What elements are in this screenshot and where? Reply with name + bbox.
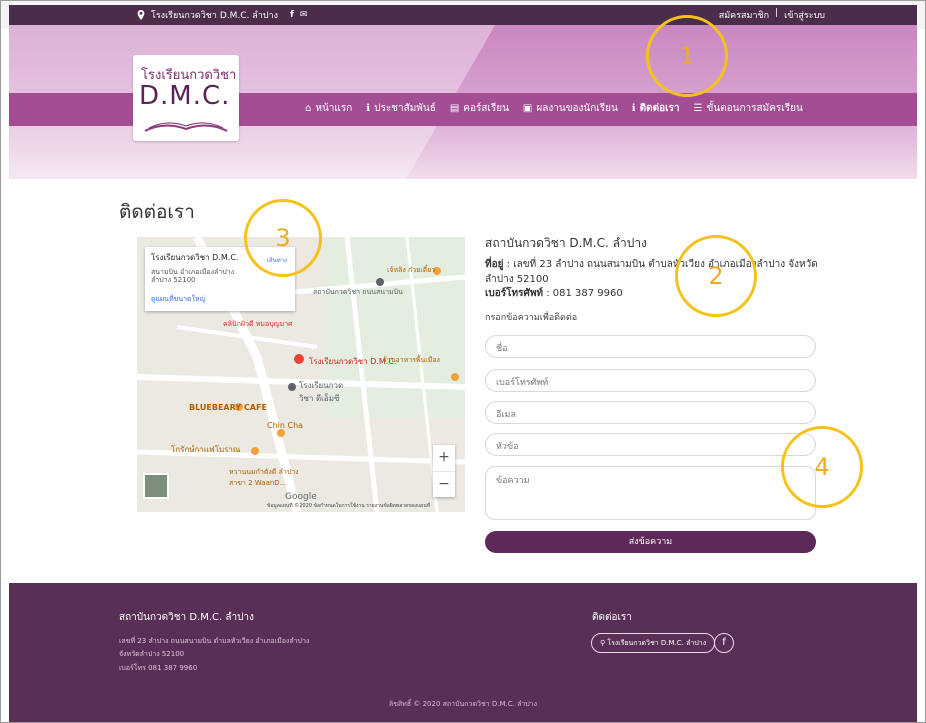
annotation-circle-4: 4: [781, 426, 863, 508]
login-link[interactable]: เข้าสู่ระบบ: [784, 8, 825, 22]
map-label: BLUEBEARY CAFE: [189, 403, 267, 412]
send-button[interactable]: ส่งข้อความ: [485, 531, 816, 553]
nav-label: คอร์สเรียน: [463, 103, 509, 114]
annotation-number: 1: [679, 42, 695, 70]
annotation-number: 4: [814, 453, 830, 481]
logo-text-line2: D.M.C.: [139, 81, 231, 111]
name-field[interactable]: ชื่อ: [485, 335, 816, 358]
footer-location-label: โรงเรียนกวดวิชา D.M.C. ลำปาง: [607, 639, 707, 647]
facebook-icon[interactable]: f: [714, 633, 734, 653]
map-label: คลินิกผิวดี หมอบุญมาศ: [223, 320, 293, 328]
page-frame: โรงเรียนกวดวิชา D.M.C. ลำปาง f ✉ สมัครสม…: [0, 0, 926, 723]
main-nav: ⌂ หน้าแรก ℹ ประชาสัมพันธ์ ▤ คอร์สเรียน ▣ ผลง…: [305, 101, 803, 116]
nav-label: ติดต่อเรา: [639, 103, 680, 114]
map-marker[interactable]: [294, 354, 304, 364]
message-field[interactable]: ข้อความ: [485, 466, 816, 520]
info-icon: ℹ: [366, 103, 371, 114]
annotation-number: 3: [275, 224, 291, 252]
nav-item-news[interactable]: ℹ ประชาสัมพันธ์: [366, 101, 436, 116]
map-label: โรงเรียนกวด วิชา ดีเอ็มซี: [299, 381, 344, 403]
footer-location-button[interactable]: ⚲ โรงเรียนกวดวิชา D.M.C. ลำปาง: [591, 633, 716, 653]
nav-label: ประชาสัมพันธ์: [374, 103, 436, 114]
id-card-icon: ▣: [522, 103, 533, 114]
zoom-out-button[interactable]: −: [433, 471, 455, 497]
nav-label: หน้าแรก: [315, 103, 353, 114]
topbar-separator: |: [775, 8, 779, 18]
larger-map-link[interactable]: ดูแผนที่ขนาดใหญ่: [151, 294, 206, 305]
map-label: โกรักษ์กาแฟโบราณ: [171, 445, 241, 454]
book-icon: ▤: [449, 103, 460, 114]
list-icon: ☰: [693, 103, 703, 114]
footer-contact-title: ติดต่อเรา: [592, 612, 632, 623]
nav-item-home[interactable]: ⌂ หน้าแรก: [305, 101, 352, 116]
nav-label: ผลงานของนักเรียน: [536, 103, 618, 114]
home-icon: ⌂: [305, 103, 312, 114]
map-label: Chin Cha: [267, 421, 304, 430]
footer: สถาบันกวดวิชา D.M.C. ลำปาง เลขที่ 23 ลำป…: [9, 583, 917, 722]
map-pin-icon: [137, 10, 145, 20]
topbar-location[interactable]: โรงเรียนกวดวิชา D.M.C. ลำปาง: [151, 8, 278, 22]
footer-institute-name: สถาบันกวดวิชา D.M.C. ลำปาง: [119, 612, 254, 623]
email-field[interactable]: อีเมล: [485, 401, 816, 424]
nav-item-enroll[interactable]: ☰ ขั้นตอนการสมัครเรียน: [694, 101, 803, 116]
address-value: : เลขที่ 23 ลำปาง ถนนสนามบิน ตำบลหัวเวีย…: [485, 259, 818, 285]
nav-item-courses[interactable]: ▤ คอร์สเรียน: [450, 101, 509, 116]
google-logo: Google: [285, 492, 317, 502]
map-label: เจ้หลิง ก๋วยเตี๋ยว: [387, 266, 436, 274]
copyright: ลิขสิทธิ์ © 2020 สถาบันกวดวิชา D.M.C. ลำ…: [388, 700, 538, 708]
email-icon[interactable]: ✉: [300, 10, 308, 20]
register-link[interactable]: สมัครสมาชิก: [719, 8, 769, 22]
footer-address: เลขที่ 23 ลำปาง ถนนสนามบิน ตำบลหัวเวียง …: [119, 635, 309, 675]
page-title: ติดต่อเรา: [119, 201, 195, 223]
map-card-address: สนามบิน อำเภอเมืองลำปาง ลำปาง 52100: [151, 268, 235, 285]
open-book-icon: [144, 122, 228, 132]
phone-value: : 081 387 9960: [543, 288, 623, 300]
footer-address-line: จังหวัดลำปาง 52100: [119, 650, 185, 659]
logo[interactable]: โรงเรียนกวดวิชา D.M.C.: [133, 55, 239, 141]
google-map[interactable]: โรงเรียนกวดวิชา D.M.C. สถาบันกวดวิชา ถนน…: [137, 237, 465, 512]
annotation-circle-2: 2: [675, 235, 757, 317]
topbar-left: โรงเรียนกวดวิชา D.M.C. ลำปาง f ✉: [137, 8, 307, 22]
footer-address-line: เลขที่ 23 ลำปาง ถนนสนามบิน ตำบลหัวเวียง …: [119, 637, 310, 645]
phone-line: เบอร์โทรศัพท์ : 081 387 9960: [485, 287, 825, 302]
nav-label: ขั้นตอนการสมัครเรียน: [706, 103, 803, 114]
map-label: สถาบันกวดวิชา ถนนสนามบิน: [313, 288, 403, 296]
facebook-icon[interactable]: f: [290, 10, 294, 20]
header: โรงเรียนกวดวิชา D.M.C. ⌂ หน้าแรก ℹ ประชาสั…: [9, 25, 917, 179]
map-label: หวานนมกำตังดี ลำปาง สาขา 2 WaanD...: [229, 468, 299, 487]
annotation-number: 2: [708, 262, 724, 290]
map-footer: ข้อมูลแผนที่ ©2020 ข้อกำหนดในการใช้งาน ร…: [267, 503, 431, 509]
contact-info: สถาบันกวดวิชา D.M.C. ลำปาง ที่อยู่ : เลข…: [485, 235, 825, 302]
institute-name: สถาบันกวดวิชา D.M.C. ลำปาง: [485, 236, 647, 250]
phone-field[interactable]: เบอร์โทรศัพท์: [485, 369, 816, 392]
address-label: ที่อยู่: [485, 259, 504, 271]
subject-field[interactable]: หัวข้อ: [485, 433, 816, 456]
annotation-circle-1: 1: [646, 15, 728, 97]
satellite-toggle[interactable]: [143, 473, 169, 499]
footer-phone: เบอร์โทร 081 387 9960: [119, 663, 198, 672]
info-icon: ℹ: [631, 103, 636, 114]
nav-item-contact[interactable]: ℹ ติดต่อเรา: [632, 101, 680, 116]
zoom-control: + −: [433, 445, 455, 497]
zoom-in-button[interactable]: +: [433, 445, 455, 471]
address-line: ที่อยู่ : เลขที่ 23 ลำปาง ถนนสนามบิน ตำบ…: [485, 258, 825, 287]
annotation-circle-3: 3: [244, 199, 322, 277]
map-label: ร้านอาหารพื้นเมือง: [383, 356, 440, 364]
topbar-strip: โรงเรียนกวดวิชา D.M.C. ลำปาง f ✉ สมัครสม…: [9, 5, 917, 25]
phone-label: เบอร์โทรศัพท์: [485, 288, 544, 300]
topbar-right: สมัครสมาชิก | เข้าสู่ระบบ: [719, 8, 825, 22]
nav-item-results[interactable]: ▣ ผลงานของนักเรียน: [523, 101, 618, 116]
form-label: กรอกข้อความเพื่อติดต่อ: [485, 313, 578, 323]
